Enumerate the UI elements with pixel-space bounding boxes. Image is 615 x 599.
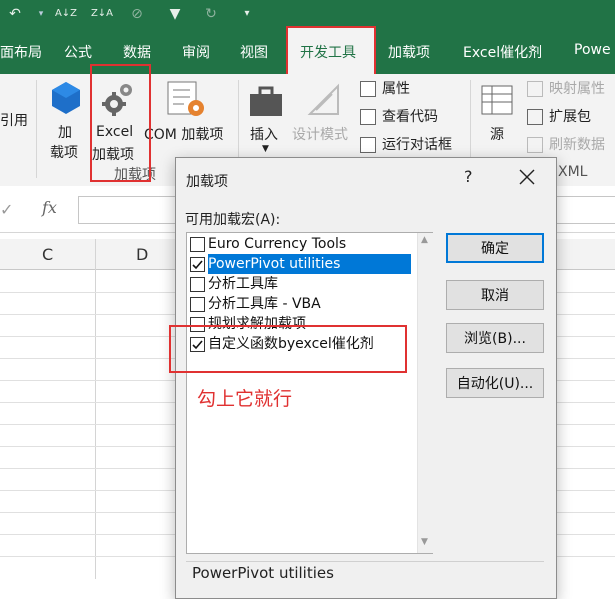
list-item-label: 分析工具库 - VBA — [208, 296, 321, 312]
expansion-packs-button[interactable]: 扩展包 — [527, 106, 615, 126]
chevron-down-icon: ▼ — [262, 144, 269, 154]
dialog-title: 加载项 — [186, 174, 228, 190]
tab-excel-catalyst[interactable]: Excel催化剂 — [463, 42, 542, 62]
browse-button[interactable]: 浏览(B)... — [446, 323, 544, 353]
checkmark-icon — [192, 260, 203, 270]
com-addins-button[interactable]: COM 加载项 — [144, 78, 234, 143]
column-c-header[interactable]: C — [42, 245, 53, 264]
help-button[interactable]: ? — [464, 167, 473, 186]
xml-group-label: XML — [558, 164, 588, 180]
column-d-header[interactable]: D — [136, 245, 148, 264]
run-dialog-button[interactable]: 运行对话框 — [360, 134, 470, 154]
automation-button[interactable]: 自动化(U)... — [446, 368, 544, 398]
checkbox[interactable] — [190, 237, 205, 252]
available-addins-label: 可用加载宏(A): — [185, 212, 281, 228]
view-code-icon — [360, 109, 376, 125]
excel-addins-highlight — [90, 64, 151, 182]
map-properties-icon — [527, 81, 543, 97]
checkbox[interactable] — [190, 297, 205, 312]
view-code-button[interactable]: 查看代码 — [360, 106, 460, 126]
description-text: PowerPivot utilities — [192, 564, 334, 582]
insert-function-icon[interactable]: fx — [42, 198, 57, 217]
list-item-label: 分析工具库 — [208, 276, 278, 292]
quick-access-toolbar: ↶ ▾ A↓Z Z↓A ⊘ ▼ ↻ ▾ — [0, 0, 615, 28]
cancel-button[interactable]: 取消 — [446, 280, 544, 310]
sort-ascending-icon[interactable]: A↓Z — [52, 3, 80, 25]
checkbox-checked[interactable] — [190, 257, 205, 272]
tab-page-layout[interactable]: 页面布局 — [0, 42, 42, 62]
properties-icon — [360, 81, 376, 97]
tab-power[interactable]: Powe — [574, 42, 611, 58]
list-item-label: Euro Currency Tools — [208, 236, 347, 252]
references-label-cut: 引用 — [0, 113, 28, 129]
dropdown-icon[interactable]: ▾ — [30, 3, 52, 25]
undo-icon[interactable]: ↶ — [4, 3, 26, 25]
addins-button[interactable]: 加 载项 — [44, 80, 88, 161]
list-item-label: PowerPivot utilities — [208, 254, 411, 274]
toolbox-icon — [250, 86, 282, 116]
filter-icon[interactable]: ▼ — [164, 3, 186, 25]
sort-descending-icon[interactable]: Z↓A — [88, 3, 116, 25]
clear-filter-icon[interactable]: ⊘ — [126, 3, 148, 25]
enter-check-icon[interactable]: ✓ — [0, 200, 13, 219]
expansion-packs-icon — [527, 109, 543, 125]
tab-formulas[interactable]: 公式 — [64, 42, 92, 62]
list-item[interactable]: 分析工具库 - VBA — [187, 294, 417, 314]
list-item[interactable]: PowerPivot utilities — [187, 254, 417, 274]
properties-button[interactable]: 属性 — [360, 78, 460, 98]
developer-tab-highlight — [286, 26, 376, 77]
com-addins-icon — [167, 81, 204, 116]
list-item[interactable]: 分析工具库 — [187, 274, 417, 294]
refresh-data-button: 刷新数据 — [527, 134, 615, 154]
xml-source-button[interactable]: 源 — [478, 78, 518, 143]
description-panel: PowerPivot utilities — [186, 561, 544, 592]
list-item[interactable]: Euro Currency Tools — [187, 234, 417, 254]
listbox-scrollbar[interactable]: ▲ ▼ — [417, 233, 433, 553]
map-properties-button: 映射属性 — [527, 78, 615, 98]
refresh-data-icon — [527, 137, 543, 153]
tab-addins[interactable]: 加载项 — [388, 42, 430, 62]
tab-review[interactable]: 审阅 — [182, 42, 210, 62]
close-button[interactable] — [514, 164, 540, 190]
scroll-up-icon[interactable]: ▲ — [421, 235, 428, 245]
close-icon — [519, 169, 535, 185]
run-dialog-icon — [360, 137, 376, 153]
scroll-down-icon[interactable]: ▼ — [421, 537, 428, 547]
ok-button[interactable]: 确定 — [446, 233, 544, 263]
custom-functions-highlight — [169, 325, 407, 373]
tab-view[interactable]: 视图 — [240, 42, 268, 62]
design-mode-button: 设计模式 — [292, 78, 356, 143]
insert-control-button[interactable]: 插入 ▼ — [246, 78, 286, 162]
xml-source-icon — [481, 85, 513, 115]
customize-qat-icon[interactable]: ▾ — [236, 3, 258, 25]
tab-data[interactable]: 数据 — [123, 42, 151, 62]
annotation-text: 勾上它就行 — [197, 388, 293, 410]
checkbox[interactable] — [190, 277, 205, 292]
addins-store-icon — [52, 82, 80, 114]
reapply-filter-icon[interactable]: ↻ — [200, 3, 222, 25]
design-mode-icon — [307, 83, 339, 115]
addins-dialog: 加载项 ? 可用加载宏(A): Euro Currency Tools Power… — [175, 157, 557, 599]
group-separator — [36, 80, 37, 178]
